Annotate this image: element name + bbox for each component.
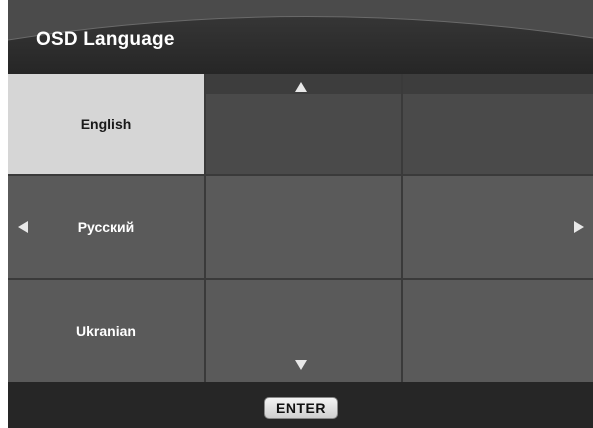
enter-button[interactable]: ENTER	[264, 397, 338, 419]
language-grid: English Русский Ukranian	[8, 74, 593, 382]
language-option-label: English	[80, 116, 132, 132]
language-option-english[interactable]: English	[8, 74, 204, 174]
scroll-down-icon[interactable]	[295, 360, 307, 370]
language-option-label: Ukranian	[76, 323, 136, 339]
scroll-up-icon[interactable]	[295, 82, 307, 92]
footer-bar: ENTER	[8, 382, 593, 428]
osd-menu-screen: OSD Language English Русский Ukranian EN…	[8, 0, 593, 428]
page-title: OSD Language	[36, 29, 175, 50]
grid-cell-empty	[206, 280, 401, 382]
language-option-ukranian[interactable]: Ukranian	[8, 280, 204, 382]
language-option-russian[interactable]: Русский	[8, 176, 204, 278]
language-option-label: Русский	[77, 219, 135, 235]
grid-cell-empty	[206, 176, 401, 278]
page-right-icon[interactable]	[574, 221, 584, 233]
grid-cell-empty	[403, 280, 593, 382]
grid-cell-empty	[403, 74, 593, 174]
grid-cell-empty	[403, 176, 593, 278]
grid-cell-topbar	[403, 74, 593, 94]
header-bar: OSD Language	[8, 0, 593, 74]
grid-cell-empty	[206, 74, 401, 174]
